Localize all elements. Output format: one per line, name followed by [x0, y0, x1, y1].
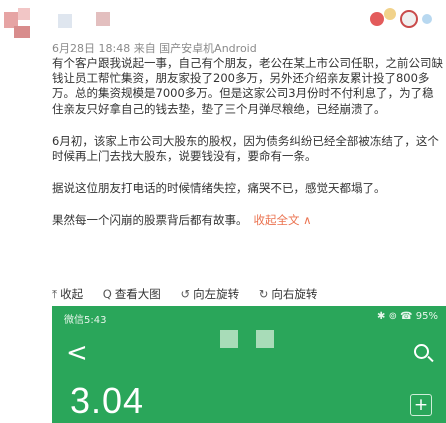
collapse-text-link[interactable]: 收起全文 ∧ [254, 213, 312, 227]
rotate-right-label: 向右旋转 [271, 287, 318, 301]
user-badge [96, 12, 110, 26]
status-icons: ✱ ⊚ ☎ 95% [377, 311, 438, 322]
magnify-icon: Q [102, 287, 112, 301]
avatar[interactable] [4, 8, 38, 38]
image-toolbar: ⤒ 收起 Q 查看大图 ↺ 向左旋转 ↻ 向右旋转 [52, 286, 333, 302]
post-meta: 6月28日 18:48 来自 国产安卓机Android [52, 42, 257, 55]
view-large-button[interactable]: Q 查看大图 [103, 286, 161, 302]
username-blurred[interactable] [58, 14, 72, 28]
status-time: 微信5:43 [64, 315, 107, 326]
stock-price: 3.04 [70, 380, 145, 421]
post-paragraph: 6月初，该家上市公司大股东的股权，因为债务纠纷已经全部被冻结了，这个时候再上门去… [52, 133, 439, 164]
rotate-left-icon: ↺ [180, 287, 191, 301]
post-paragraph: 据说这位朋友打电话的时候情绪失控，痛哭不已，感觉天都塌了。 [52, 181, 386, 196]
search-icon [414, 344, 434, 364]
stock-name-blurred [220, 330, 292, 352]
rotate-right-button[interactable]: ↻ 向右旋转 [259, 286, 318, 302]
view-large-label: 查看大图 [114, 287, 161, 301]
attached-screenshot[interactable]: 微信5:43 ✱ ⊚ ☎ 95% < 3.04 + [52, 306, 446, 423]
phone-status-bar: 微信5:43 ✱ ⊚ ☎ 95% [52, 306, 446, 328]
rotate-left-label: 向左旋转 [193, 287, 240, 301]
rotate-right-icon: ↻ [258, 287, 269, 301]
rotate-left-button[interactable]: ↺ 向左旋转 [180, 286, 239, 302]
post-header [0, 0, 446, 40]
decoration-sticker [368, 4, 440, 30]
post-paragraph: 有个客户跟我说起一事，自己有个朋友，老公在某上市公司任职，之前公司缺钱让员工帮忙… [52, 56, 443, 116]
collapse-icon: ⤒ [52, 287, 58, 301]
collapse-label: 收起 [60, 287, 84, 301]
back-arrow-icon: < [66, 338, 88, 368]
post-last-line-text: 果然每一个闪崩的股票背后都有故事。 [52, 213, 248, 228]
add-watchlist-icon: + [410, 394, 432, 416]
post-last-line: 果然每一个闪崩的股票背后都有故事。 收起全文 ∧ [52, 213, 444, 228]
collapse-button[interactable]: ⤒ 收起 [52, 286, 83, 302]
post-content: 有个客户跟我说起一事，自己有个朋友，老公在某上市公司任职，之前公司缺钱让员工帮忙… [52, 56, 444, 246]
